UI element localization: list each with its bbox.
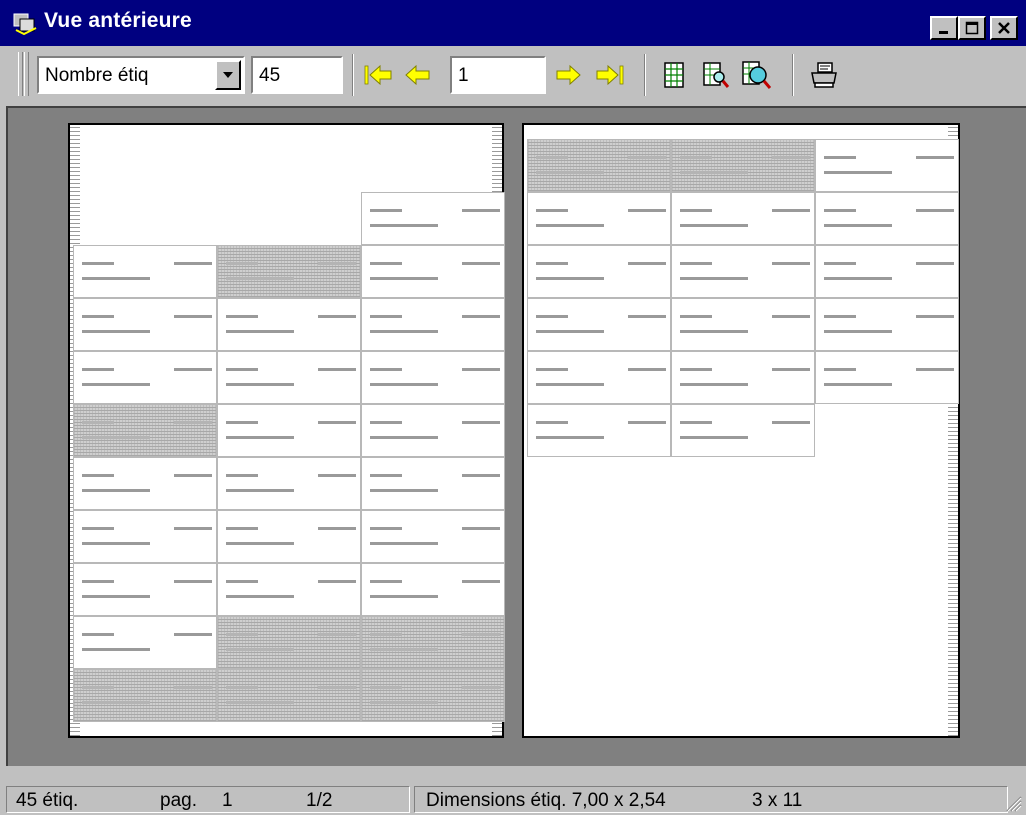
label-thumbnail	[73, 351, 217, 404]
toolbar-grip[interactable]	[18, 52, 23, 96]
toolbar-separator	[792, 54, 794, 96]
close-button[interactable]	[990, 16, 1018, 40]
status-page-of: 1/2	[306, 790, 333, 811]
label-thumbnail	[527, 404, 671, 457]
toolbar-separator	[644, 54, 646, 96]
label-thumbnail	[671, 404, 815, 457]
skipped-label	[361, 669, 505, 722]
label-thumbnail	[361, 192, 505, 245]
zoom-in-button[interactable]	[738, 58, 774, 92]
label-thumbnail	[527, 351, 671, 404]
label-thumbnail	[671, 351, 815, 404]
label-thumbnail	[815, 245, 959, 298]
first-page-button[interactable]	[360, 58, 396, 92]
label-count-value: 45	[259, 65, 281, 86]
maximize-button[interactable]	[958, 16, 986, 40]
label-count-input[interactable]: 45	[251, 56, 343, 94]
status-bar: 45 étiq. pag. 1 1/2 Dimensions étiq. 7,0…	[0, 782, 1026, 815]
label-thumbnail	[217, 351, 361, 404]
label-thumbnail	[815, 139, 959, 192]
label-thumbnail	[73, 563, 217, 616]
page-number-value: 1	[458, 65, 469, 86]
print-button[interactable]	[806, 58, 842, 92]
status-label-count: 45 étiq.	[16, 790, 79, 811]
grid-layout-button[interactable]	[656, 58, 692, 92]
skipped-label	[217, 616, 361, 669]
preview-page-1[interactable]	[68, 123, 505, 738]
next-page-button[interactable]	[550, 58, 586, 92]
zoom-page-button[interactable]	[698, 58, 734, 92]
label-thumbnail	[217, 510, 361, 563]
skipped-label	[73, 404, 217, 457]
zoom-page-icon	[703, 62, 730, 88]
label-thumbnail	[671, 192, 815, 245]
print-icon	[811, 62, 837, 88]
label-thumbnail	[527, 245, 671, 298]
toolbar-separator	[352, 54, 354, 96]
last-page-icon	[596, 64, 624, 86]
label-thumbnail	[217, 457, 361, 510]
label-thumbnail	[361, 404, 505, 457]
dropdown-arrow-icon	[223, 72, 233, 78]
label-thumbnail	[815, 351, 959, 404]
skipped-label	[527, 139, 671, 192]
skipped-label	[73, 669, 217, 722]
previous-page-button[interactable]	[400, 58, 436, 92]
skipped-label	[361, 616, 505, 669]
label-thumbnail	[73, 510, 217, 563]
close-icon	[998, 22, 1010, 34]
mode-select[interactable]: Nombre étiq	[37, 56, 245, 94]
minimize-icon	[939, 31, 948, 34]
label-thumbnail	[815, 192, 959, 245]
label-thumbnail	[361, 245, 505, 298]
next-page-icon	[556, 64, 581, 86]
mode-select-value: Nombre étiq	[45, 65, 149, 86]
label-thumbnail	[73, 616, 217, 669]
skipped-label	[217, 245, 361, 298]
label-thumbnail	[815, 298, 959, 351]
label-thumbnail	[217, 298, 361, 351]
status-layout: 3 x 11	[752, 790, 803, 811]
previous-page-icon	[405, 64, 430, 86]
label-thumbnail	[527, 192, 671, 245]
zoom-in-icon	[742, 61, 771, 89]
label-thumbnail	[361, 298, 505, 351]
skipped-label	[217, 669, 361, 722]
label-thumbnail	[217, 563, 361, 616]
label-thumbnail	[73, 298, 217, 351]
label-thumbnail	[217, 404, 361, 457]
maximize-icon	[965, 21, 979, 35]
label-thumbnail	[73, 245, 217, 298]
first-page-icon	[364, 64, 392, 86]
mode-select-dropdown-button[interactable]	[215, 60, 241, 90]
label-thumbnail	[361, 563, 505, 616]
status-dimensions: Dimensions étiq. 7,00 x 2,54	[426, 790, 666, 811]
grid-layout-icon	[664, 62, 684, 88]
app-icon	[13, 13, 37, 36]
minimize-button[interactable]	[930, 16, 958, 40]
preview-page-2[interactable]	[522, 123, 960, 738]
label-thumbnail	[361, 510, 505, 563]
label-thumbnail	[73, 457, 217, 510]
label-thumbnail	[671, 298, 815, 351]
status-page-label: pag.	[160, 790, 197, 811]
skipped-label	[671, 139, 815, 192]
label-thumbnail	[361, 457, 505, 510]
label-thumbnail	[527, 298, 671, 351]
window-title: Vue antérieure	[44, 9, 192, 32]
resize-grip-icon[interactable]	[1004, 794, 1022, 812]
toolbar: Nombre étiq 45 1	[0, 46, 1026, 104]
toolbar-grip[interactable]	[24, 52, 29, 96]
print-preview-area[interactable]	[6, 106, 1026, 766]
label-thumbnail	[671, 245, 815, 298]
last-page-button[interactable]	[592, 58, 628, 92]
page-number-input[interactable]: 1	[450, 56, 546, 94]
label-thumbnail	[361, 351, 505, 404]
status-page-number: 1	[222, 790, 233, 811]
title-bar[interactable]: Vue antérieure	[0, 0, 1026, 46]
